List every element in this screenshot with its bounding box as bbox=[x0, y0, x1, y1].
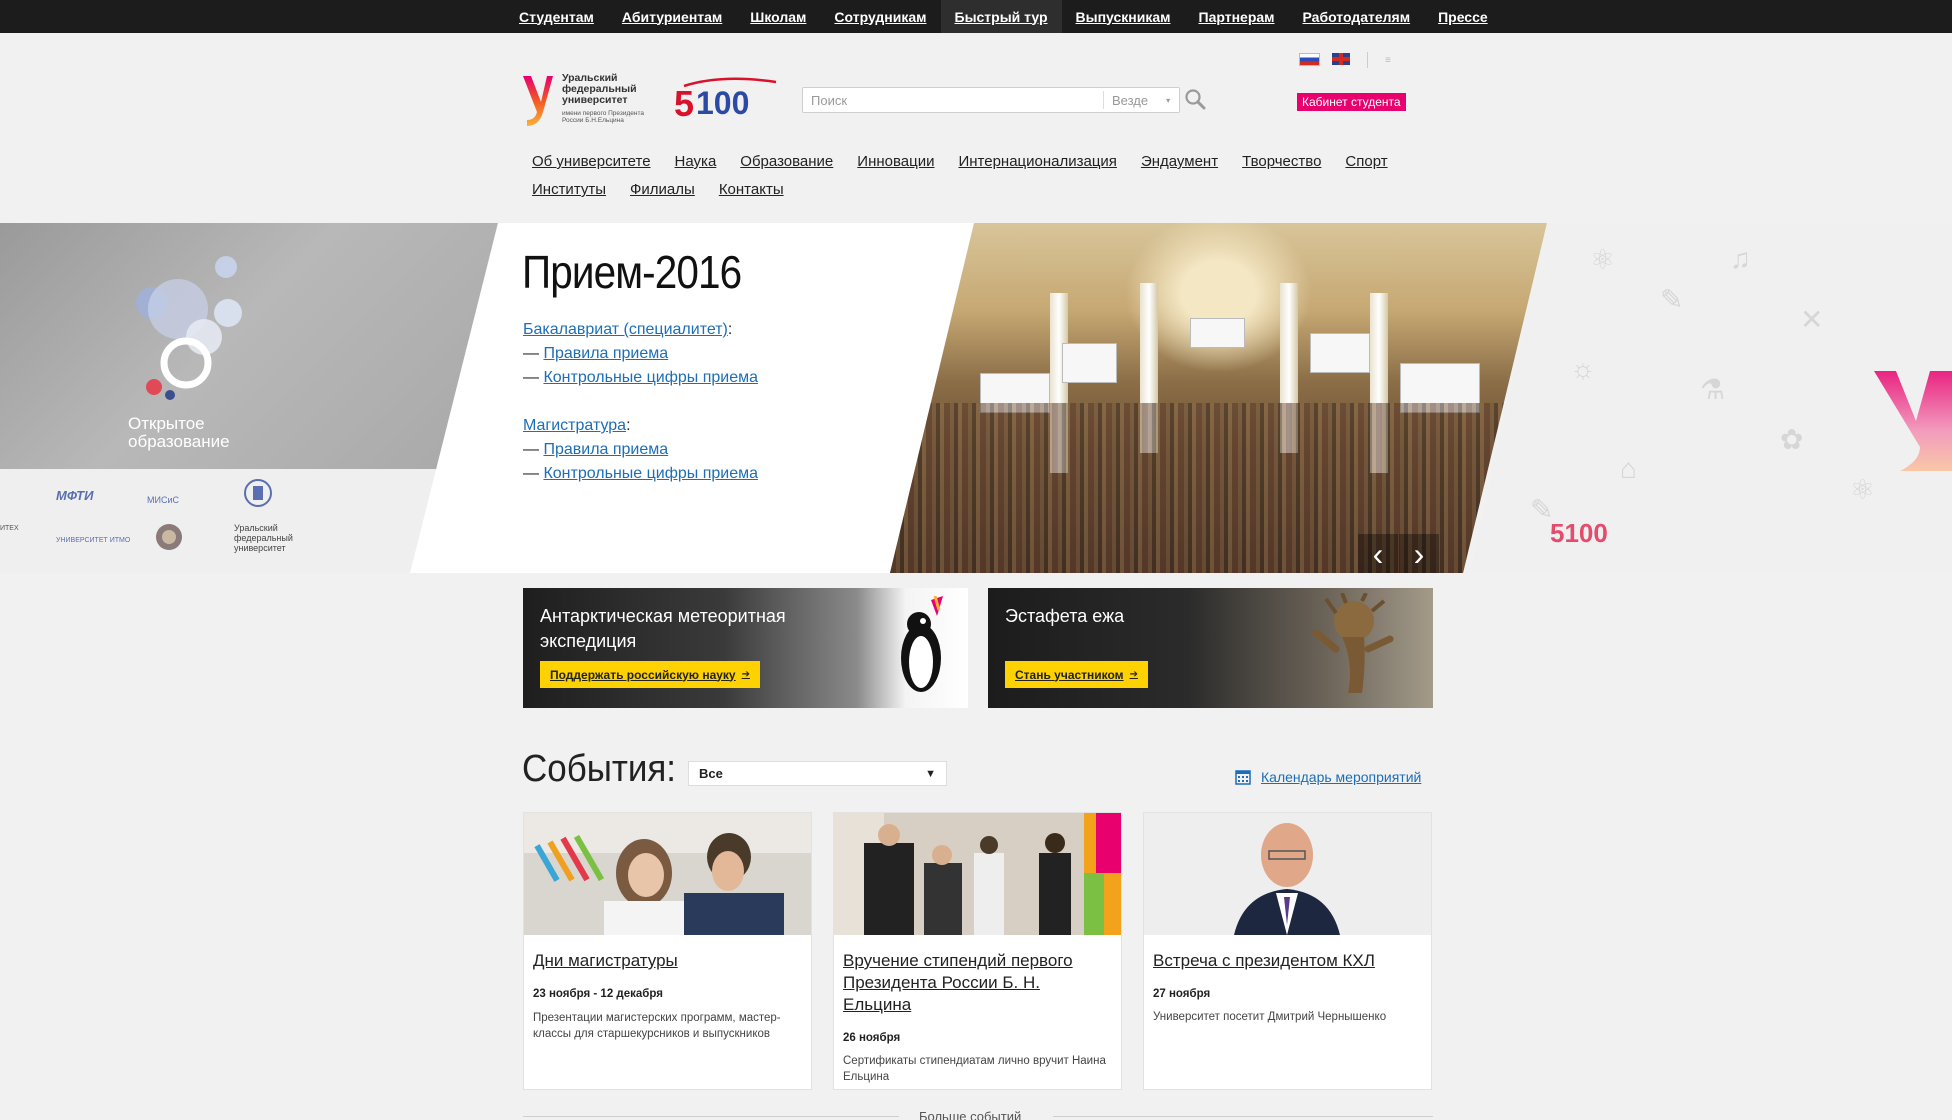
urfu-logo-icon[interactable] bbox=[521, 72, 555, 128]
partner-urfu-logo: Уральский федеральный университет bbox=[234, 523, 293, 553]
nav-item-creativity[interactable]: Творчество bbox=[1242, 153, 1321, 170]
nav-item-contacts[interactable]: Контакты bbox=[719, 181, 784, 198]
search-scope-select[interactable]: Везде ▾ bbox=[1103, 91, 1170, 109]
event-photo bbox=[524, 813, 811, 935]
admission-links: Бакалавриат (специалитет): — Правила при… bbox=[523, 321, 759, 482]
event-date: 26 ноября bbox=[843, 1032, 901, 1044]
admission-hall-photo bbox=[890, 223, 1547, 573]
slider-prev-button[interactable]: ‹ bbox=[1358, 534, 1398, 573]
top-bar: Студентам Абитуриентам Школам Сотрудника… bbox=[0, 0, 1952, 33]
event-description: Сертификаты стипендиатам лично вручит На… bbox=[843, 1055, 1106, 1083]
search-icon[interactable] bbox=[1184, 88, 1206, 110]
event-description: Презентации магистерских программ, масте… bbox=[533, 1012, 781, 1040]
promo-hedgehog-relay[interactable]: Эстафета ежа Стань участником ➔ bbox=[988, 588, 1433, 708]
nav-item-branches[interactable]: Филиалы bbox=[630, 181, 695, 198]
divider bbox=[1367, 52, 1368, 68]
search-input[interactable] bbox=[811, 91, 1101, 109]
event-title-link[interactable]: Дни магистратуры bbox=[533, 950, 801, 972]
search-scope-value: Везде bbox=[1112, 92, 1149, 108]
nav-item-innovation[interactable]: Инновации bbox=[857, 153, 934, 170]
partner-mfti-logo: МФТИ bbox=[56, 488, 94, 503]
arrow-right-icon: ➔ bbox=[1129, 669, 1138, 680]
bachelor-link[interactable]: Бакалавриат (специалитет) bbox=[523, 321, 728, 338]
student-cabinet-button[interactable]: Кабинет студента bbox=[1297, 93, 1406, 111]
calendar-icon[interactable] bbox=[1235, 769, 1251, 785]
topbar-item-applicants[interactable]: Абитуриентам bbox=[608, 0, 736, 33]
topbar-item-staff[interactable]: Сотрудникам bbox=[820, 0, 940, 33]
nav-item-about[interactable]: Об университете bbox=[532, 153, 651, 170]
events-filter-value: Все bbox=[699, 766, 723, 781]
nav-item-endowment[interactable]: Эндаумент bbox=[1141, 153, 1218, 170]
master-rules-link[interactable]: Правила приема bbox=[543, 441, 668, 458]
topbar-item-quick-tour[interactable]: Быстрый тур bbox=[940, 0, 1062, 33]
admission-title: Прием-2016 bbox=[522, 246, 742, 298]
events-heading: События: bbox=[522, 748, 677, 790]
event-card[interactable]: Встреча с президентом КХЛ 27 ноября Унив… bbox=[1143, 812, 1432, 1090]
become-participant-button[interactable]: Стань участником ➔ bbox=[1005, 661, 1148, 688]
flag-ru-icon[interactable] bbox=[1299, 53, 1320, 66]
bachelor-rules-link[interactable]: Правила приема bbox=[543, 345, 668, 362]
event-title-link[interactable]: Встреча с президентом КХЛ bbox=[1153, 950, 1421, 972]
event-date: 23 ноября - 12 декабря bbox=[533, 988, 663, 1000]
promo-antarctic[interactable]: Антарктическая метеоритная экспедиция По… bbox=[523, 588, 968, 708]
promo-title: Эстафета ежа bbox=[1005, 606, 1125, 626]
chevron-down-icon: ▾ bbox=[1166, 95, 1171, 105]
event-card[interactable]: Дни магистратуры 23 ноября - 12 декабря … bbox=[523, 812, 812, 1090]
flag-gb-icon[interactable] bbox=[1332, 53, 1350, 65]
topbar-item-partners[interactable]: Партнерам bbox=[1185, 0, 1289, 33]
nav-item-sport[interactable]: Спорт bbox=[1345, 153, 1387, 170]
topbar-item-students[interactable]: Студентам bbox=[505, 0, 608, 33]
hero-slider: Открытое образование МФТИ МИСиС УНИВЕРСИ… bbox=[0, 223, 1952, 573]
nav-item-science[interactable]: Наука bbox=[675, 153, 717, 170]
topbar-item-press[interactable]: Прессе bbox=[1424, 0, 1502, 33]
event-card[interactable]: Вручение стипендий первого Президента Ро… bbox=[833, 812, 1122, 1090]
caret-down-icon: ▼ bbox=[925, 767, 936, 780]
event-photo bbox=[834, 813, 1121, 935]
university-subname: имени первого Президента России Б.Н.Ельц… bbox=[562, 110, 645, 124]
urfu-large-logo-icon bbox=[1874, 371, 1952, 471]
open-education-logo-icon bbox=[136, 256, 242, 400]
hedgehog-statue-icon bbox=[1312, 593, 1394, 693]
topbar-item-alumni[interactable]: Выпускникам bbox=[1062, 0, 1185, 33]
partner-misis-logo: МИСиС bbox=[147, 495, 179, 505]
audience-nav: Студентам Абитуриентам Школам Сотрудника… bbox=[505, 0, 1502, 33]
topbar-item-employers[interactable]: Работодателям bbox=[1289, 0, 1425, 33]
events-filter-select[interactable]: Все ▼ bbox=[688, 761, 947, 786]
university-name: Уральский федеральный университет bbox=[562, 72, 637, 106]
event-title-link[interactable]: Вручение стипендий первого Президента Ро… bbox=[843, 950, 1111, 1016]
more-events-link[interactable]: Больше событий bbox=[919, 1109, 1021, 1120]
nav-item-institutes[interactable]: Институты bbox=[532, 181, 606, 198]
arrow-right-icon: ➔ bbox=[741, 669, 750, 680]
master-figures-link[interactable]: Контрольные цифры приема bbox=[543, 465, 758, 482]
main-nav: Об университете Наука Образование Иннова… bbox=[520, 150, 1440, 206]
open-education-title: Открытое образование bbox=[128, 414, 230, 451]
partners-strip bbox=[0, 469, 450, 573]
bachelor-figures-link[interactable]: Контрольные цифры приема bbox=[543, 369, 758, 386]
search-box: Везде ▾ bbox=[802, 87, 1180, 113]
more-events[interactable]: Больше событий bbox=[523, 1109, 1433, 1120]
support-science-button[interactable]: Поддержать российскую науку ➔ bbox=[540, 661, 760, 688]
slider-next-button[interactable]: › bbox=[1399, 534, 1439, 573]
project-5100-logo-icon[interactable]: 5 100 bbox=[672, 72, 780, 122]
project-5100-badge: 5100 bbox=[1550, 518, 1608, 548]
topbar-item-schools[interactable]: Школам bbox=[736, 0, 820, 33]
svg-text:100: 100 bbox=[696, 85, 749, 121]
hse-emblem-icon bbox=[244, 479, 272, 507]
partner-itech-logo: ИТЕХ bbox=[0, 525, 19, 532]
promo-title: Антарктическая метеоритная экспедиция bbox=[540, 606, 786, 651]
list-icon[interactable]: ≡ bbox=[1385, 55, 1391, 66]
svg-text:5: 5 bbox=[674, 83, 694, 122]
events-calendar-link[interactable]: Календарь мероприятий bbox=[1261, 769, 1421, 785]
penguin-mascot-icon bbox=[901, 596, 943, 692]
nav-item-education[interactable]: Образование bbox=[740, 153, 833, 170]
eagle-emblem-icon bbox=[156, 524, 182, 550]
event-photo bbox=[1144, 813, 1431, 935]
master-link[interactable]: Магистратура bbox=[523, 417, 626, 434]
event-date: 27 ноября bbox=[1153, 988, 1211, 1000]
nav-item-international[interactable]: Интернационализация bbox=[958, 153, 1116, 170]
event-description: Университет посетит Дмитрий Чернышенко bbox=[1153, 1011, 1387, 1023]
partner-itmo-logo: УНИВЕРСИТЕТ ИТМО bbox=[56, 537, 131, 544]
